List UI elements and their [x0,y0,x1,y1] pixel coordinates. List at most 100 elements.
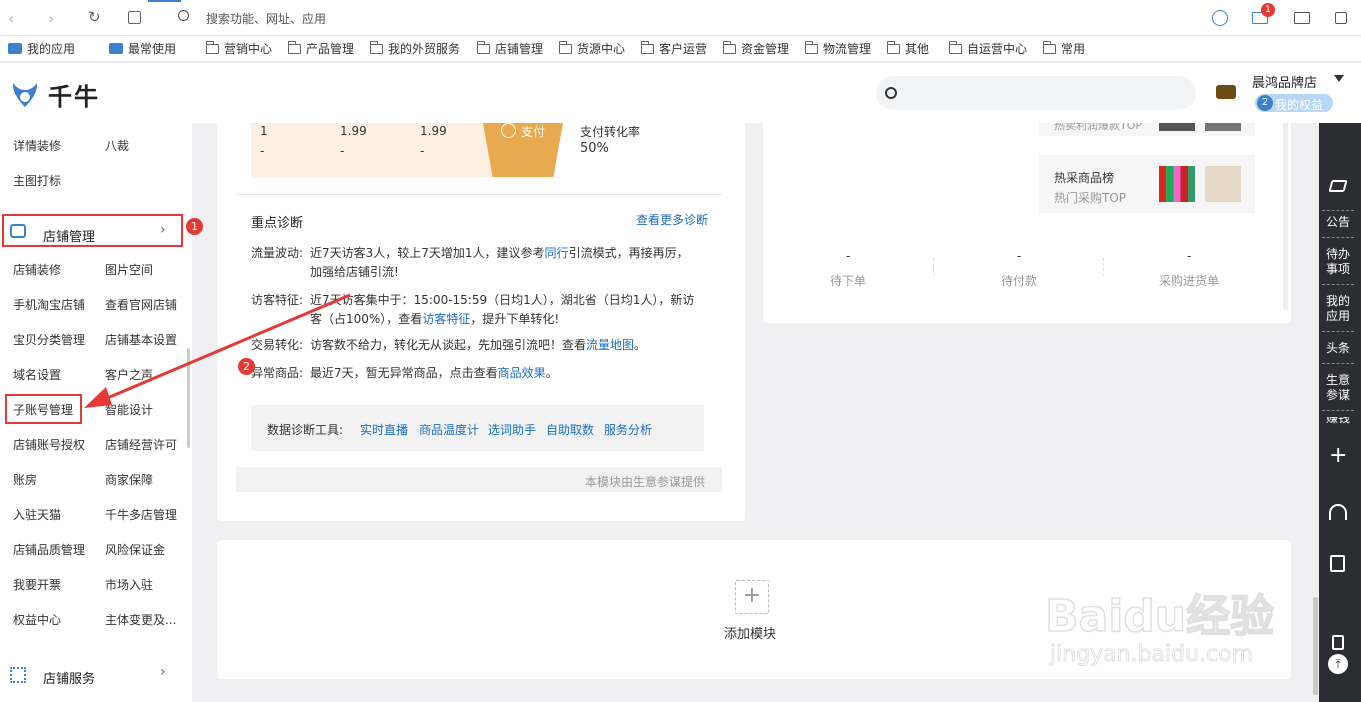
sidebar-item-risk-deposit[interactable]: 风险保证金 [105,541,165,558]
footer-text: 本模块由生意参谋提供 [584,475,705,489]
bookmark-folder[interactable]: 其他 [887,40,929,57]
traffic-map-link[interactable]: 流量地图 [586,338,634,352]
sidebar-item-ledger[interactable]: 账房 [13,471,37,488]
bookmark-folder[interactable]: 常用 [1043,40,1085,57]
refresh-icon[interactable]: ↻ [88,8,101,26]
shop-avatar[interactable] [1216,85,1236,99]
card-icon[interactable] [1294,12,1310,24]
tools-label: 数据诊断工具: [267,423,344,437]
bookmark-folder[interactable]: 自运营中心 [949,40,1027,57]
hot-profit-card[interactable]: 热卖利润爆款TOP [1039,123,1255,136]
product-thumb [1205,166,1241,202]
coin-icon [501,123,516,138]
folder-icon [641,40,654,54]
product-thumb [1205,123,1241,131]
stat-label-pending-order[interactable]: 待下单 [830,272,866,289]
bookmark-my-apps[interactable]: 我的应用 [8,40,75,57]
bookmark-label: 店铺管理 [495,42,544,56]
bookmark-frequent[interactable]: 最常使用 [109,40,176,57]
grid-icon [10,667,26,683]
bookmark-folder[interactable]: 我的外贸服务 [370,40,460,57]
tool-product-thermometer[interactable]: 商品温度计 [419,421,479,438]
rightbar-announcement[interactable]: 公告 [1319,215,1357,230]
rightbar-headlines[interactable]: 头条 [1319,341,1357,356]
qianniu-logo[interactable]: 千牛 [10,77,100,112]
sidebar-section-store-services[interactable]: 店铺服务 › [0,660,192,690]
sidebar-item-domain[interactable]: 域名设置 [13,366,61,383]
layers-icon[interactable] [1328,180,1348,192]
sidebar-link[interactable]: 详情装修 [13,137,61,154]
bookmark-folder[interactable]: 营销中心 [206,40,272,57]
watermark-main: Baidu经验 [1044,590,1275,643]
chevron-down-icon[interactable] [1334,75,1344,82]
tool-service-analysis[interactable]: 服务分析 [604,421,652,438]
sidebar-link[interactable]: 八裁 [105,137,129,154]
back-icon[interactable]: ‹ [8,9,14,28]
sidebar-item-market-entry[interactable]: 市场入驻 [105,576,153,593]
bookmark-folder[interactable]: 物流管理 [805,40,871,57]
bookmark-label: 最常使用 [128,42,177,56]
folder-icon [206,40,219,54]
sidebar-item-business-license[interactable]: 店铺经营许可 [105,436,177,453]
divider [1322,331,1354,332]
sidebar-item-quality[interactable]: 店铺品质管理 [13,541,85,558]
bookmark-folder[interactable]: 店铺管理 [477,40,543,57]
lock-icon[interactable] [1335,12,1347,24]
bookmark-folder[interactable]: 货源中心 [559,40,625,57]
sidebar-item-multi-store[interactable]: 千牛多店管理 [105,506,177,523]
stat-label-pending-payment[interactable]: 待付款 [1001,272,1037,289]
hot-profit-title: 热卖利润爆款TOP [1054,123,1143,132]
more-diagnosis-link[interactable]: 查看更多诊断 [636,211,708,228]
diagnosis-title: 重点诊断 [251,216,304,231]
sidebar-item-join-tmall[interactable]: 入驻天猫 [13,506,61,523]
rights-badge[interactable]: 2 我的权益 [1255,94,1333,112]
sidebar-item-entity-change[interactable]: 主体变更及... [105,611,176,628]
sidebar-item-account-auth[interactable]: 店铺账号授权 [13,436,85,453]
tool-self-fetch[interactable]: 自助取数 [546,421,594,438]
tool-keyword-helper[interactable]: 选词助手 [488,421,536,438]
divider [1103,258,1104,276]
step-1-marker: 1 [186,218,203,235]
conversion-rate-value: 50% [580,141,609,156]
panel-scrollbar[interactable] [1283,123,1288,310]
sidebar-item-category[interactable]: 宝贝分类管理 [13,331,85,348]
bookmark-folder[interactable]: 产品管理 [288,40,354,57]
visitor-text-part: ，提升下单转化! [470,312,560,326]
sidebar-item-rights-center[interactable]: 权益中心 [13,611,61,628]
address-bar[interactable]: 搜索功能、网址、应用 [206,10,326,27]
hot-purchase-card[interactable]: 热采商品榜 热门采购TOP [1039,155,1255,213]
sidebar-item-mobile-taobao[interactable]: 手机淘宝店铺 [13,296,85,313]
rightbar-todo[interactable]: 待办事项 [1319,247,1357,277]
sidebar-item-invoice[interactable]: 我要开票 [13,576,61,593]
sidebar-item-store-decoration[interactable]: 店铺装修 [13,261,61,278]
add-module-button[interactable]: + [735,580,769,614]
phone-icon[interactable] [1332,635,1344,650]
stat-label-purchase-list[interactable]: 采购进货单 [1159,272,1219,289]
sidebar-item-image-space[interactable]: 图片空间 [105,261,153,278]
bookmark-folder[interactable]: 资金管理 [723,40,789,57]
product-effect-link[interactable]: 商品效果 [498,366,546,380]
bookmark-label: 我的外贸服务 [388,42,461,56]
screenshot-icon[interactable] [128,11,141,24]
rightbar-earn-cut[interactable]: 赚钱 [1319,417,1357,425]
note-icon[interactable] [1330,555,1345,572]
forward-icon[interactable]: › [48,9,54,28]
add-module-label[interactable]: 添加模块 [724,623,776,642]
headset-icon[interactable] [1329,504,1347,520]
visitor-feature-link[interactable]: 访客特征 [422,312,470,326]
assistant-icon[interactable] [1212,10,1228,26]
bookmark-label: 资金管理 [741,42,790,56]
sidebar-link[interactable]: 主图打标 [13,172,61,189]
page-scrollbar[interactable] [1313,597,1318,695]
rightbar-business-advisor[interactable]: 生意参谋 [1319,373,1357,403]
tool-realtime-live[interactable]: 实时直播 [360,421,408,438]
shop-name[interactable]: 晨鸿品牌店 [1252,72,1317,91]
sidebar-item-merchant-guarantee[interactable]: 商家保障 [105,471,153,488]
bookmark-folder[interactable]: 客户运营 [641,40,707,57]
back-to-top-icon[interactable]: ⤒ [1328,654,1348,674]
peer-link[interactable]: 同行 [545,246,569,260]
rightbar-my-apps[interactable]: 我的应用 [1319,294,1357,324]
traffic-text-part: 近7天访客3人，较上7天增加1人，建议参考 [310,246,545,260]
global-search[interactable] [876,76,1196,110]
plus-icon[interactable]: + [1329,445,1347,467]
